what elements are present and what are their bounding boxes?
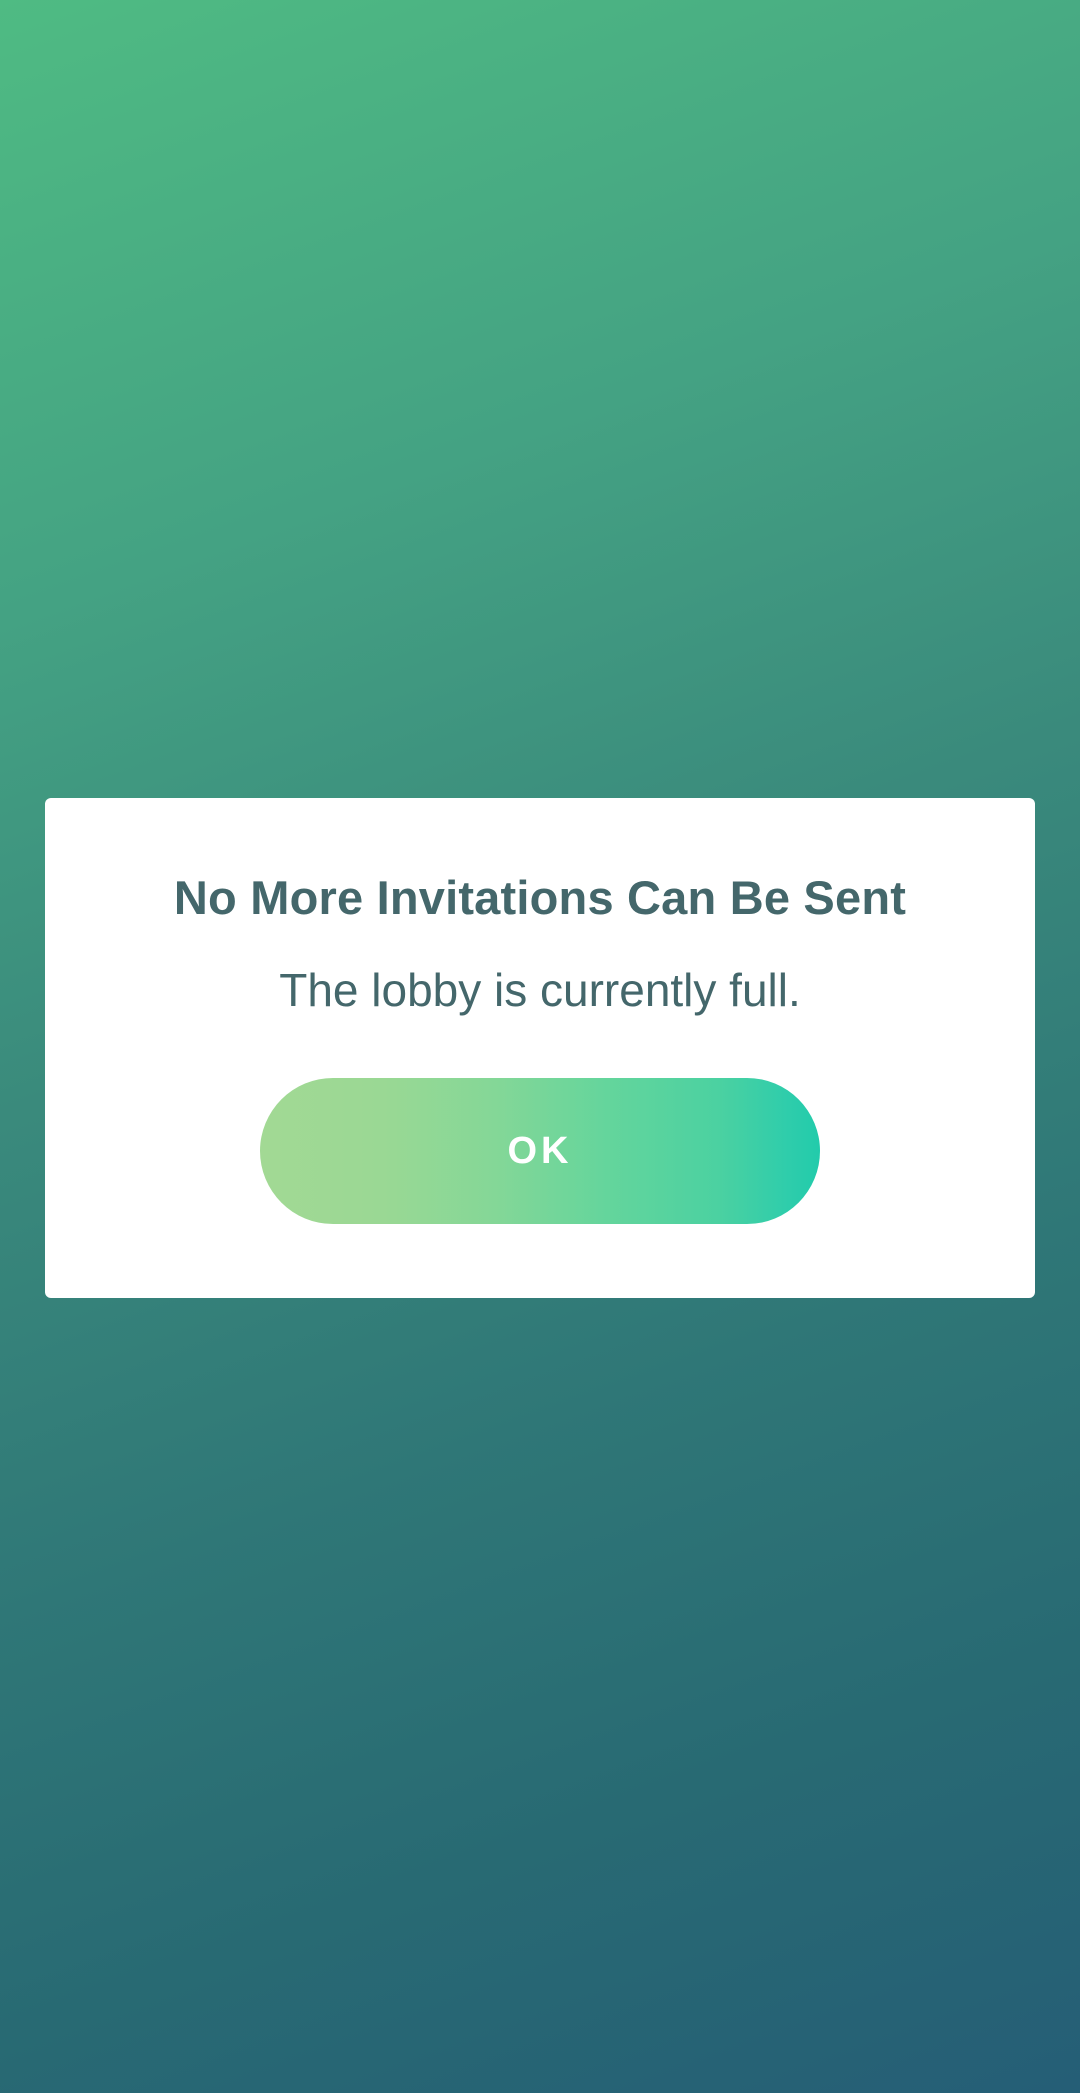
ok-button-label: OK (507, 1129, 573, 1172)
lobby-full-dialog: No More Invitations Can Be Sent The lobb… (45, 798, 1035, 1298)
background-screen: No More Invitations Can Be Sent The lobb… (0, 0, 1080, 2093)
dialog-title: No More Invitations Can Be Sent (173, 871, 907, 924)
ok-button[interactable]: OK (260, 1078, 820, 1224)
dialog-message: The lobby is currently full. (279, 964, 801, 1016)
